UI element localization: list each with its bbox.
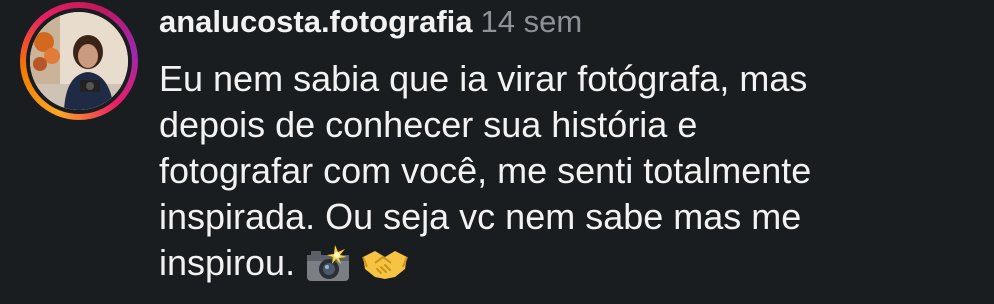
comment-header: analucosta.fotografia 14 sem: [159, 2, 582, 42]
camera-with-flash-icon: [305, 243, 351, 283]
comment-text: Eu nem sabia que ia virar fotógrafa, mas…: [159, 56, 979, 286]
timestamp: 14 sem: [480, 4, 583, 39]
comment-last-line: inspirou.: [159, 240, 979, 286]
comment-item: analucosta.fotografia 14 sem Eu nem sabia…: [0, 0, 994, 304]
comment-line: Eu nem sabia que ia virar fotógrafa, mas: [159, 58, 808, 99]
handshake-icon: [361, 243, 409, 283]
comment-line: inspirada. Ou seja vc nem sabe mas me: [159, 196, 802, 237]
comment-line: depois de conhecer sua história e: [159, 104, 698, 145]
comment-line: fotografar com você, me senti totalmente: [159, 150, 812, 191]
avatar-image: [30, 12, 128, 110]
avatar[interactable]: [30, 12, 128, 110]
username-link[interactable]: analucosta.fotografia: [159, 4, 473, 39]
story-ring[interactable]: [20, 2, 138, 120]
comment-line: inspirou.: [159, 242, 296, 283]
